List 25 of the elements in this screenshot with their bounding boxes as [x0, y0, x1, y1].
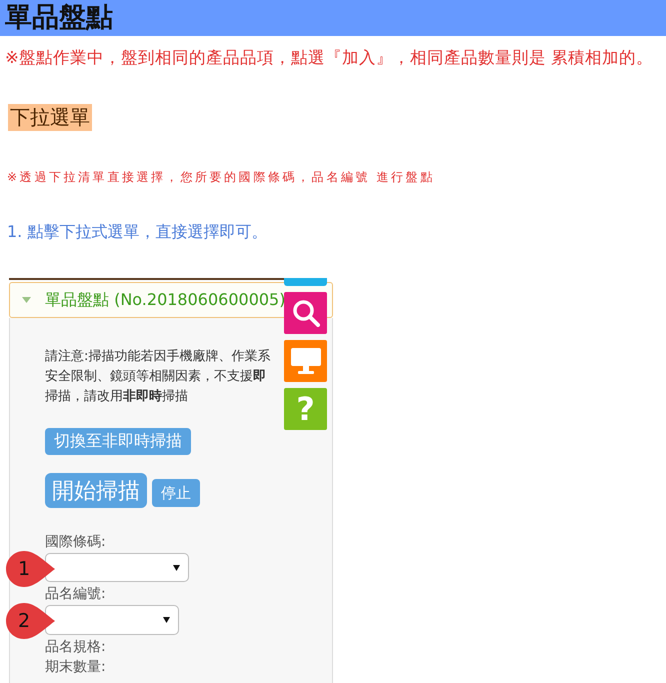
help-button[interactable]: ? [284, 388, 327, 430]
dropdown-field[interactable] [45, 605, 179, 635]
callout-marker: 2 [5, 602, 56, 640]
stop-button[interactable]: 停止 [152, 479, 200, 507]
search-icon [292, 299, 320, 327]
switch-mode-button[interactable]: 切換至非即時掃描 [45, 428, 191, 455]
callout-marker: 1 [5, 550, 56, 588]
monitor-icon [290, 348, 320, 374]
monitor-button[interactable] [284, 340, 327, 382]
field-label: 品名規格: [45, 638, 106, 656]
note-text: ※透過下拉清單直接選擇，您所要的國際條碼，品名編號 進行盤點 [7, 170, 435, 185]
caret-down-icon [173, 564, 180, 570]
step-text: 1. 點擊下拉式選單，直接選擇即可。 [7, 222, 268, 242]
search-button[interactable] [284, 292, 327, 334]
field-label: 期末數量: [45, 658, 106, 676]
notice-text: ※盤點作業中，盤到相同的產品品項，點選『加入』，相同產品數量則是 累積相加的。 [5, 48, 654, 68]
field-label: 國際條碼: [45, 533, 106, 551]
start-scan-button[interactable]: 開始掃描 [45, 473, 147, 508]
toolbar-tile-icon[interactable] [284, 278, 327, 286]
caret-down-icon [163, 617, 170, 623]
page-title: 單品盤點 [5, 1, 113, 35]
warning-text: 請注意:掃描功能若因手機廠牌、作業系 安全限制、鏡頭等相關因素，不支援即 掃描，請改用非即時掃描 [45, 348, 270, 406]
section-heading: 下拉選單 [8, 104, 92, 131]
field-label: 品名編號: [45, 585, 106, 603]
dropdown-field[interactable] [45, 553, 189, 582]
